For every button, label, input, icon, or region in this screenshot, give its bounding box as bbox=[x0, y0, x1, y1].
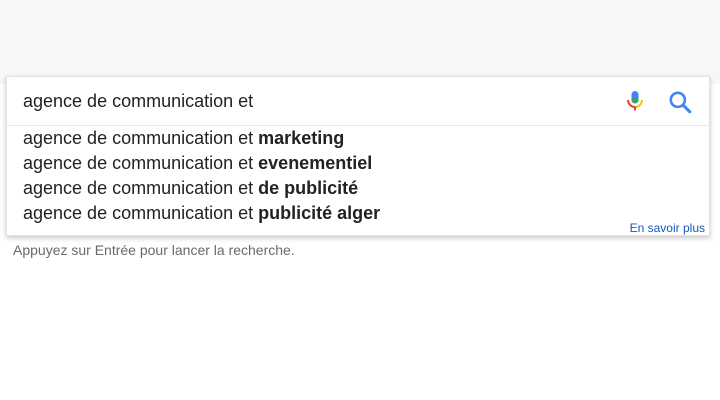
suggestion-prefix: agence de communication et bbox=[23, 178, 259, 198]
suggestion-item[interactable]: agence de communication et publicité alg… bbox=[7, 201, 709, 226]
suggestion-item[interactable]: agence de communication et evenementiel bbox=[7, 151, 709, 176]
search-box: agence de communication et agence de com… bbox=[6, 76, 710, 236]
learn-more-link[interactable]: En savoir plus bbox=[630, 221, 705, 235]
search-input[interactable]: agence de communication et bbox=[23, 77, 603, 125]
suggestion-completion: evenementiel bbox=[258, 153, 373, 173]
suggestion-completion: publicité alger bbox=[258, 203, 381, 223]
suggestion-list: agence de communication et marketing age… bbox=[7, 126, 709, 226]
suggestion-item[interactable]: agence de communication et de publicité bbox=[7, 176, 709, 201]
suggestion-item[interactable]: agence de communication et marketing bbox=[7, 126, 709, 151]
suggestion-completion: de publicité bbox=[258, 178, 359, 198]
search-icon[interactable] bbox=[667, 89, 693, 115]
search-input-row: agence de communication et bbox=[7, 77, 709, 126]
microphone-icon[interactable] bbox=[623, 89, 647, 113]
suggestion-prefix: agence de communication et bbox=[23, 203, 259, 223]
header-background bbox=[0, 0, 720, 84]
suggestion-completion: marketing bbox=[258, 128, 345, 148]
suggestion-prefix: agence de communication et bbox=[23, 128, 259, 148]
suggestion-prefix: agence de communication et bbox=[23, 153, 259, 173]
search-hint-text: Appuyez sur Entrée pour lancer la recher… bbox=[13, 242, 295, 258]
